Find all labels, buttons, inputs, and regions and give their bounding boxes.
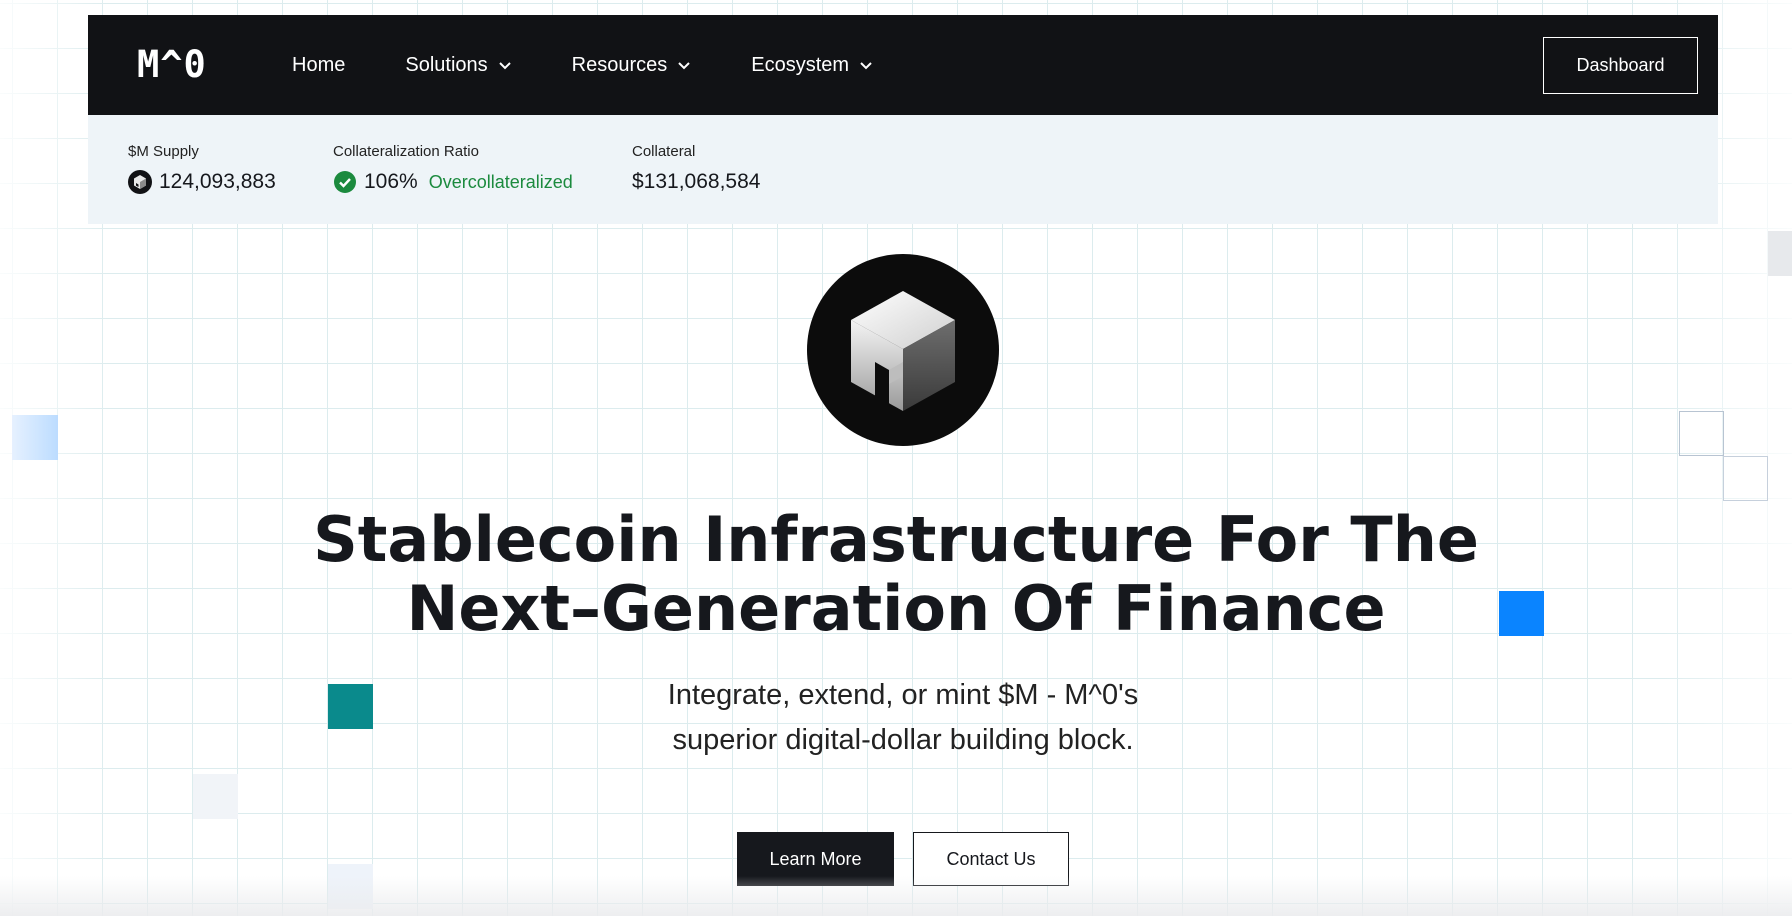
check-circle-icon (334, 171, 356, 193)
hero-headline-line2: Next–Generation Of Finance (406, 572, 1386, 645)
nav-item-solutions[interactable]: Solutions (405, 54, 511, 77)
nav-item-ecosystem[interactable]: Ecosystem (751, 54, 873, 77)
chevron-down-icon (860, 62, 872, 70)
stat-collateral-value: $131,068,584 (632, 170, 761, 193)
decor-square-light-blue (12, 415, 58, 460)
bottom-shadow (0, 876, 1792, 916)
decor-square-gray-edge (1768, 231, 1792, 276)
nav-item-home[interactable]: Home (292, 54, 345, 77)
nav-item-label: Ecosystem (751, 53, 850, 76)
stat-ratio-value: 106% (364, 170, 418, 193)
status-badge: Overcollateralized (428, 171, 573, 192)
top-navbar: M^0 Home Solutions Resources Ecosystem D… (88, 15, 1718, 115)
hero-headline: Stablecoin Infrastructure For The Next–G… (296, 505, 1496, 643)
stats-bar: $M Supply 124,093,883 Collateralization … (88, 115, 1718, 224)
main-nav: Home Solutions Resources Ecosystem (292, 15, 933, 115)
stat-collateral: Collateral $131,068,584 (632, 143, 760, 194)
stat-ratio-label: Collateralization Ratio (333, 143, 479, 160)
stat-supply-value: 124,093,883 (159, 170, 276, 193)
stat-collateral-label: Collateral (632, 143, 696, 160)
hero-subtitle-line2: superior digital-dollar building block. (672, 724, 1134, 756)
stat-supply: $M Supply 124,093,883 (128, 143, 276, 194)
m0-logo[interactable]: M^0 (137, 45, 207, 85)
hero-subtitle-line1: Integrate, extend, or mint $M - M^0's (667, 679, 1139, 711)
nav-item-label: Solutions (405, 53, 488, 76)
decor-square-outline-2 (1723, 456, 1768, 501)
nav-item-label: Resources (571, 53, 668, 76)
decor-square-outline-1 (1679, 411, 1724, 456)
decor-square-blue (1499, 591, 1544, 636)
hero-subtitle: Integrate, extend, or mint $M - M^0's su… (546, 673, 1260, 763)
stat-supply-label: $M Supply (128, 143, 199, 160)
nav-item-resources[interactable]: Resources (572, 54, 692, 77)
m-token-icon (128, 170, 152, 194)
dashboard-button[interactable]: Dashboard (1543, 37, 1698, 94)
chevron-down-icon (498, 62, 511, 70)
m0-cube-icon (807, 254, 999, 446)
stat-ratio: Collateralization Ratio 106% Overcollate… (333, 143, 573, 194)
decor-square-faint-1 (193, 774, 238, 819)
nav-item-label: Home (292, 53, 346, 76)
chevron-down-icon (678, 62, 690, 70)
decor-square-teal (328, 684, 373, 729)
hero-headline-line1: Stablecoin Infrastructure For The (313, 503, 1479, 576)
